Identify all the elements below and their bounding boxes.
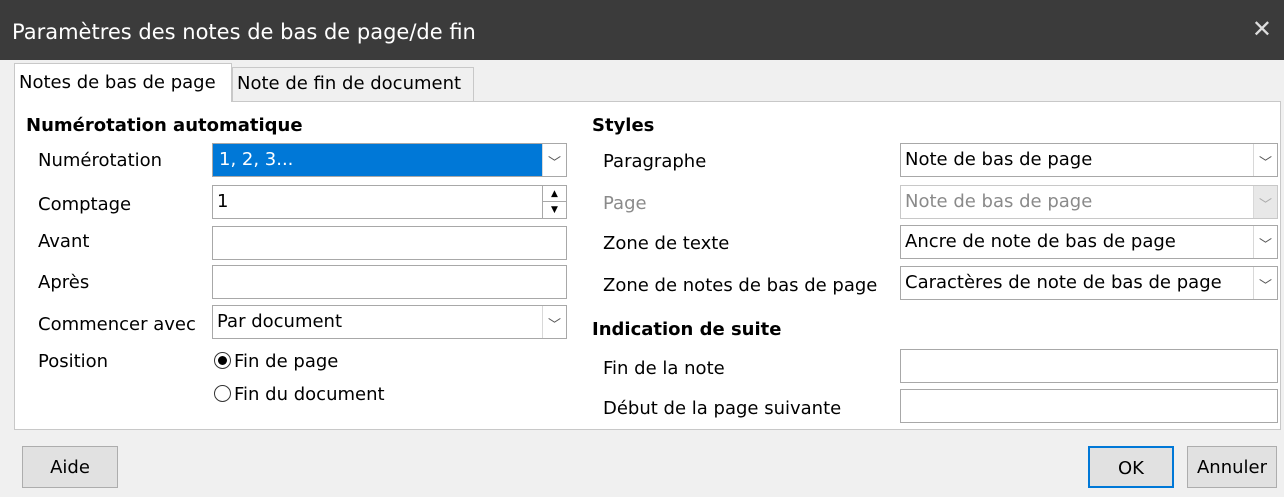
start-with-select[interactable]: Par document ﹀ (212, 305, 567, 339)
chevron-down-icon[interactable]: ﹀ (1253, 226, 1277, 258)
cancel-button[interactable]: Annuler (1187, 446, 1277, 488)
footnote-area-style-value: Caractères de note de bas de page (905, 272, 1222, 293)
after-label: Après (38, 272, 90, 293)
counting-value: 1 (217, 191, 229, 212)
spin-up-icon[interactable]: ▲ (542, 186, 566, 202)
text-area-label: Zone de texte (603, 233, 730, 254)
numbering-select[interactable]: 1, 2, 3... ﹀ (212, 143, 567, 177)
page-style-select: Note de bas de page ﹀ (900, 185, 1278, 219)
title-bar: Paramètres des notes de bas de page/de f… (0, 0, 1284, 60)
spin-down-icon[interactable]: ▼ (542, 202, 566, 218)
tab-endnotes[interactable]: Note de fin de document (232, 67, 474, 101)
radio-unchecked-icon[interactable] (214, 385, 231, 402)
continuation-heading: Indication de suite (592, 319, 782, 340)
radio-end-of-page[interactable]: Fin de page (214, 351, 338, 372)
footnote-area-style-select[interactable]: Caractères de note de bas de page ﹀ (900, 266, 1278, 300)
start-with-label: Commencer avec (38, 314, 196, 335)
text-area-style-select[interactable]: Ancre de note de bas de page ﹀ (900, 225, 1278, 259)
help-button[interactable]: Aide (22, 446, 118, 488)
numbering-label: Numérotation (38, 150, 163, 171)
start-next-page-input[interactable] (900, 389, 1278, 423)
chevron-down-icon[interactable]: ﹀ (542, 144, 566, 176)
before-label: Avant (38, 231, 90, 252)
counting-stepper[interactable]: 1 ▲ ▼ (212, 185, 567, 219)
spin-buttons[interactable]: ▲ ▼ (542, 186, 566, 218)
styles-heading: Styles (592, 115, 655, 136)
chevron-down-icon[interactable]: ﹀ (1253, 267, 1277, 299)
ok-button[interactable]: OK (1088, 446, 1174, 488)
chevron-down-icon[interactable]: ﹀ (542, 306, 566, 338)
start-next-page-label: Début de la page suivante (603, 398, 842, 419)
footnote-area-label: Zone de notes de bas de page (603, 275, 878, 296)
before-input[interactable] (212, 226, 567, 260)
tab-footnotes-label: Notes de bas de page (19, 72, 216, 93)
radio-checked-icon[interactable] (214, 352, 231, 369)
radio-end-of-page-label: Fin de page (234, 351, 339, 372)
page-style-value: Note de bas de page (905, 191, 1093, 212)
position-label: Position (38, 351, 109, 372)
page-label: Page (603, 193, 647, 214)
radio-end-of-document-label: Fin du document (234, 384, 385, 405)
after-input[interactable] (212, 265, 567, 299)
numbering-value: 1, 2, 3... (217, 149, 296, 170)
window-title: Paramètres des notes de bas de page/de f… (12, 20, 476, 44)
close-icon[interactable]: ✕ (1252, 15, 1272, 43)
radio-end-of-document[interactable]: Fin du document (214, 384, 385, 405)
start-with-value: Par document (217, 311, 343, 332)
chevron-down-icon[interactable]: ﹀ (1253, 144, 1277, 176)
chevron-down-icon: ﹀ (1253, 186, 1277, 218)
paragraph-label: Paragraphe (603, 151, 707, 172)
end-of-note-label: Fin de la note (603, 358, 725, 379)
tab-endnotes-label: Note de fin de document (237, 73, 462, 94)
paragraph-style-select[interactable]: Note de bas de page ﹀ (900, 143, 1278, 177)
text-area-style-value: Ancre de note de bas de page (905, 231, 1176, 252)
counting-label: Comptage (38, 194, 132, 215)
tab-footnotes[interactable]: Notes de bas de page (14, 63, 232, 102)
paragraph-style-value: Note de bas de page (905, 149, 1093, 170)
end-of-note-input[interactable] (900, 349, 1278, 383)
auto-numbering-heading: Numérotation automatique (26, 115, 303, 136)
